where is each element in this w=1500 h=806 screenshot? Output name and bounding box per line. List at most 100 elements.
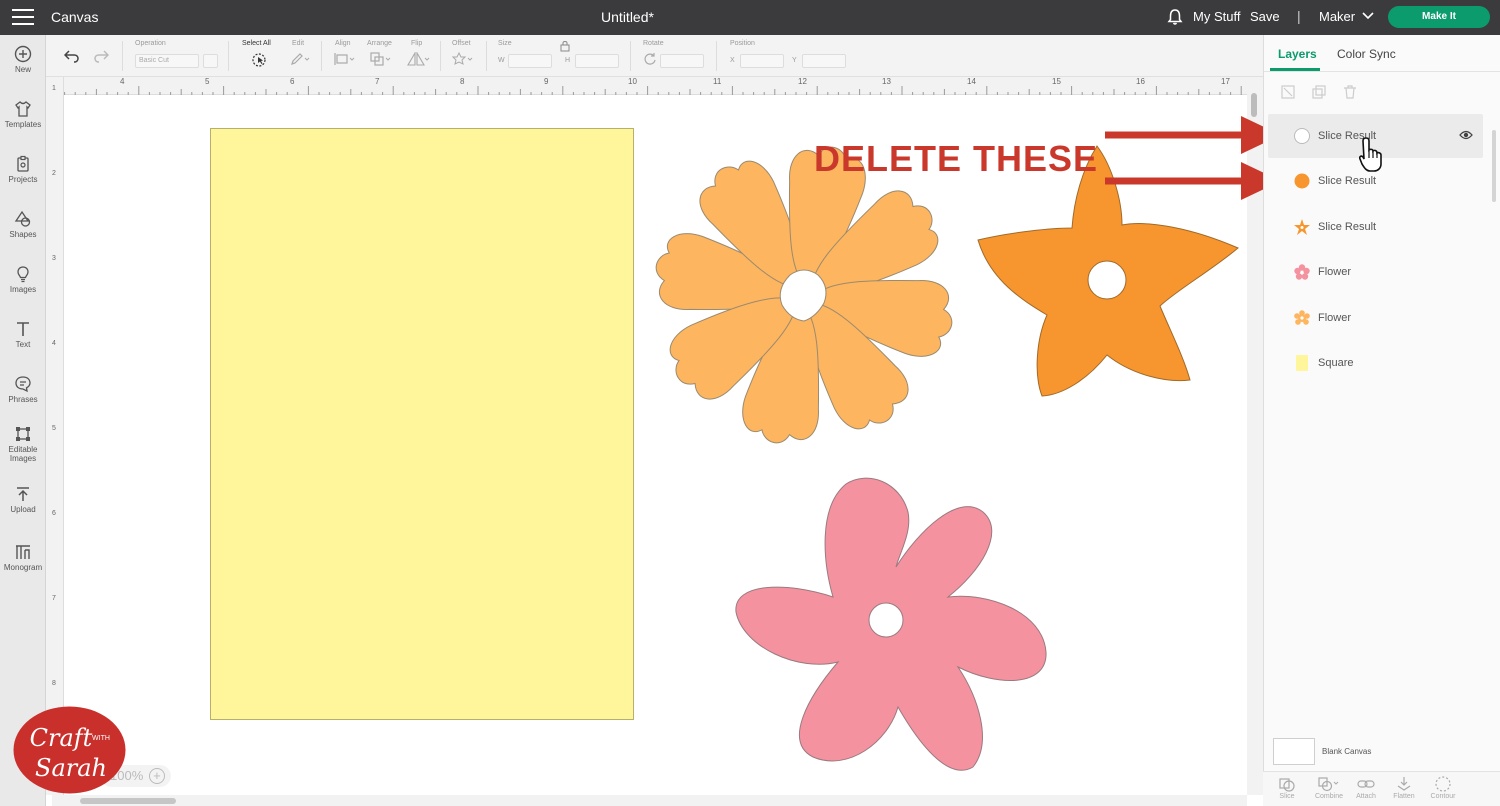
chevron-down-icon[interactable] <box>1361 10 1375 22</box>
sidebar-item-label: Shapes <box>9 230 37 239</box>
orange-circle-icon <box>1294 173 1310 189</box>
width-input[interactable] <box>508 54 552 68</box>
toolbar-divider <box>486 41 487 71</box>
ruler-tick-label: 7 <box>52 595 56 602</box>
red-arrow-icon <box>1105 162 1281 200</box>
horizontal-ruler: 4 5 6 7 8 9 10 11 12 13 14 15 16 17 <box>52 77 1247 95</box>
zoom-in-icon[interactable]: + <box>148 768 165 784</box>
group-icon[interactable] <box>1280 84 1296 100</box>
tab-color-sync[interactable]: Color Sync <box>1337 47 1396 61</box>
light-orange-flower-shape[interactable] <box>640 140 970 465</box>
position-y-input[interactable] <box>802 54 846 68</box>
pink-flower-shape[interactable] <box>728 472 1050 778</box>
redo-icon[interactable] <box>93 49 109 63</box>
sidebar-item-upload[interactable]: Upload <box>0 485 46 514</box>
pencil-icon[interactable] <box>290 52 310 66</box>
layer-item[interactable]: Square <box>1268 341 1483 385</box>
ruler-tick-label: 3 <box>52 255 56 262</box>
ruler-tick-label: 4 <box>52 340 56 347</box>
arrange-icon[interactable] <box>370 52 392 66</box>
save-button[interactable]: Save <box>1250 9 1280 24</box>
offset-icon[interactable] <box>452 52 474 66</box>
toolbar-divider <box>228 41 229 71</box>
bell-icon[interactable] <box>1166 8 1184 26</box>
sidebar-item-new[interactable]: New <box>0 45 46 74</box>
logo-text-with: WITH <box>92 735 110 742</box>
select-all-label: Select All <box>242 40 271 47</box>
lock-icon[interactable] <box>560 40 570 52</box>
orange-star-flower-icon <box>1294 219 1310 235</box>
rotate-icon[interactable] <box>643 52 657 66</box>
contour-icon <box>1435 776 1451 792</box>
position-x-label: X <box>730 57 735 64</box>
ruler-tick-label: 1 <box>52 85 56 92</box>
document-title[interactable]: Untitled* <box>0 9 1255 25</box>
combine-button[interactable]: Combine <box>1310 776 1348 800</box>
offset-label: Offset <box>452 40 471 47</box>
ruler-tick-label: 12 <box>798 77 807 86</box>
ruler-tick-label: 13 <box>882 77 891 86</box>
sidebar-item-templates[interactable]: Templates <box>0 100 46 129</box>
layer-label: Slice Result <box>1318 221 1377 233</box>
delete-annotation: DELETE THESE <box>814 138 1099 179</box>
sidebar-item-label: Upload <box>10 505 36 514</box>
operation-select[interactable]: Basic Cut <box>135 54 199 68</box>
undo-icon[interactable] <box>64 49 80 63</box>
yellow-square-shape[interactable] <box>210 128 634 720</box>
ruler-tick-label: 14 <box>967 77 976 86</box>
trash-icon[interactable] <box>1342 84 1358 100</box>
layer-item[interactable]: Flower <box>1268 296 1483 340</box>
layer-item[interactable]: Slice Result <box>1268 205 1483 249</box>
sidebar-item-phrases[interactable]: Phrases <box>0 375 46 404</box>
sidebar-item-text[interactable]: Text <box>0 320 46 349</box>
left-sidebar: New Templates Projects Shapes Images Tex… <box>0 35 46 806</box>
eye-icon[interactable] <box>1459 129 1473 141</box>
canvas-horizontal-scrollbar[interactable] <box>52 795 1247 806</box>
sidebar-item-projects[interactable]: Projects <box>0 155 46 184</box>
layer-label: Square <box>1318 357 1354 369</box>
yellow-square-icon <box>1296 355 1308 371</box>
layer-item[interactable]: Slice Result <box>1268 114 1483 172</box>
duplicate-icon[interactable] <box>1311 84 1327 100</box>
my-stuff-link[interactable]: My Stuff <box>1193 9 1240 24</box>
sidebar-item-shapes[interactable]: Shapes <box>0 210 46 239</box>
scrollbar-thumb[interactable] <box>1492 130 1496 202</box>
flatten-label: Flatten <box>1393 793 1415 800</box>
slice-button[interactable]: Slice <box>1272 776 1302 800</box>
ruler-tick-label: 2 <box>52 170 56 177</box>
attach-button[interactable]: Attach <box>1351 776 1381 800</box>
layer-item[interactable]: Flower <box>1268 250 1483 294</box>
upload-icon <box>17 487 29 501</box>
plus-circle-icon <box>14 45 32 63</box>
position-x-input[interactable] <box>740 54 784 68</box>
layer-item[interactable]: Slice Result <box>1268 159 1483 203</box>
align-icon[interactable] <box>334 52 356 66</box>
contour-button[interactable]: Contour <box>1428 776 1458 800</box>
blank-canvas-swatch[interactable] <box>1273 738 1315 765</box>
operation-color-swatch[interactable] <box>203 54 218 68</box>
blank-canvas-label: Blank Canvas <box>1322 747 1372 756</box>
flip-icon[interactable] <box>406 52 430 66</box>
sidebar-item-editable-images[interactable]: Editable Images <box>0 425 46 463</box>
editable-images-icon <box>16 427 30 441</box>
rotate-input[interactable] <box>660 54 704 68</box>
layers-scrollbar[interactable] <box>1489 112 1499 732</box>
sidebar-item-images[interactable]: Images <box>0 265 46 294</box>
app-window: Canvas Untitled* My Stuff Save | Maker M… <box>0 0 1500 806</box>
logo-text-line2: Sarah <box>35 754 107 782</box>
scrollbar-thumb[interactable] <box>80 798 176 804</box>
top-bar: Canvas Untitled* My Stuff Save | Maker M… <box>0 0 1500 35</box>
white-circle-icon <box>1294 128 1310 144</box>
attach-icon <box>1357 780 1375 788</box>
shapes-icon <box>14 210 31 227</box>
ruler-tick-label: 9 <box>544 77 549 86</box>
sidebar-item-label: Templates <box>4 120 42 129</box>
flatten-button[interactable]: Flatten <box>1389 776 1419 800</box>
make-it-button[interactable]: Make It <box>1388 6 1490 28</box>
machine-selector[interactable]: Maker <box>1319 9 1355 24</box>
tab-layers[interactable]: Layers <box>1278 47 1317 61</box>
ruler-tick-label: 8 <box>52 680 56 687</box>
select-all-icon[interactable] <box>251 52 267 68</box>
sidebar-item-monogram[interactable]: Monogram <box>0 543 46 572</box>
height-input[interactable] <box>575 54 619 68</box>
